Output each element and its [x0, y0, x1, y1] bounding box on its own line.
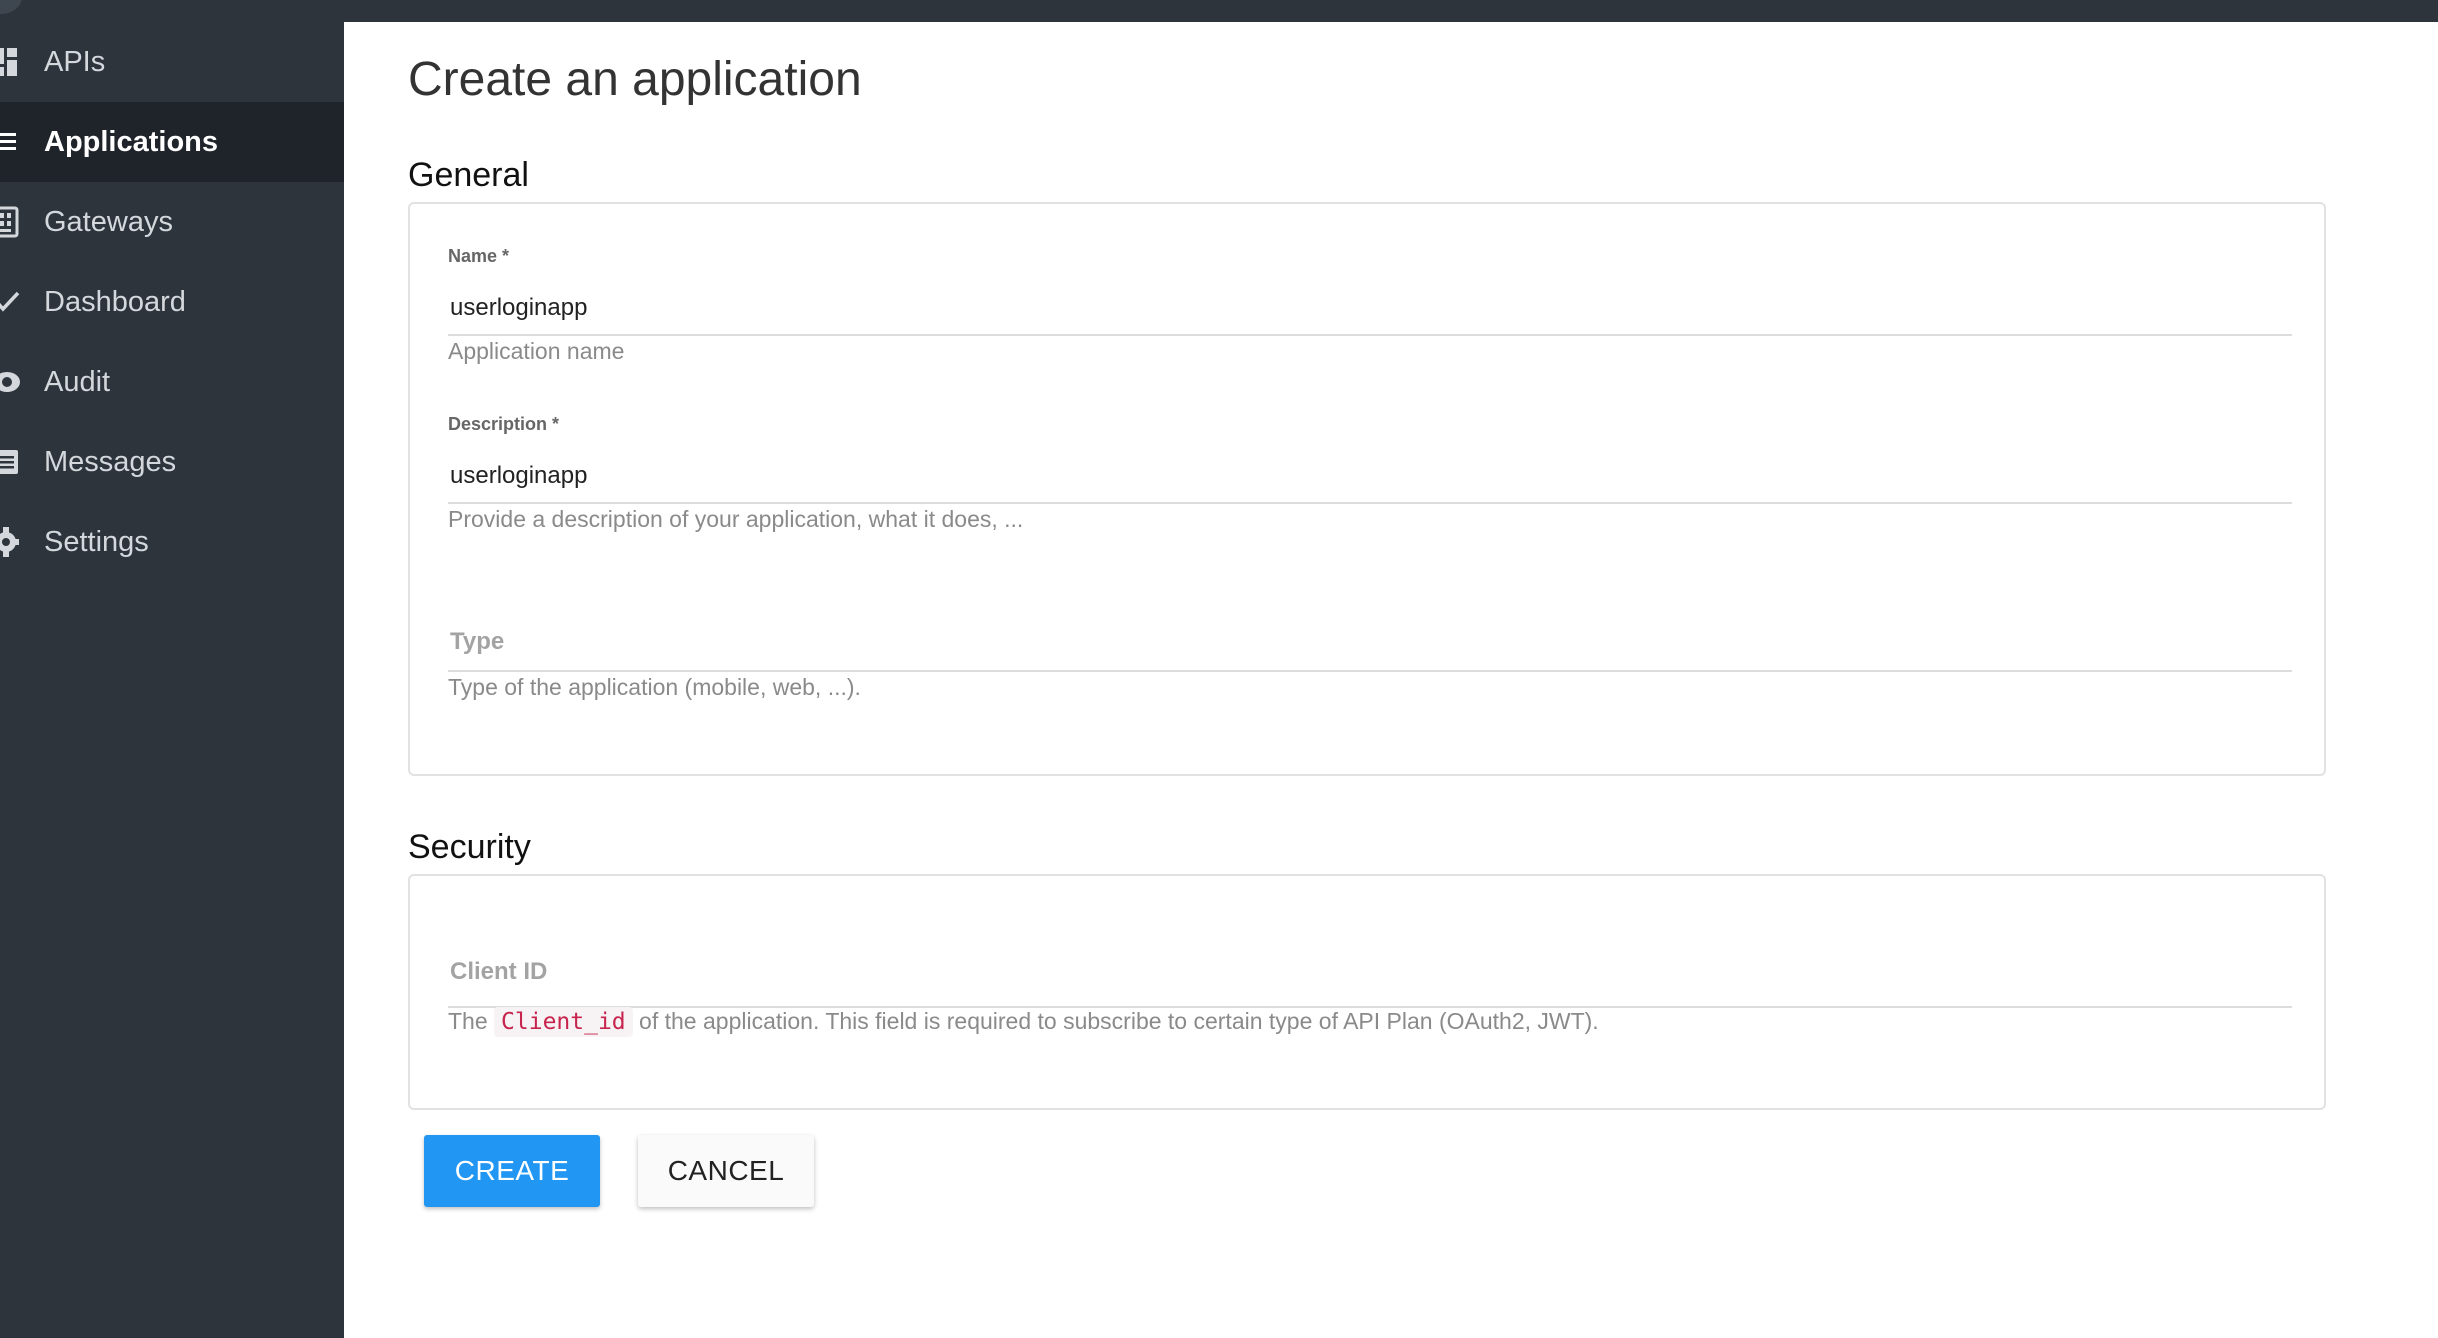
security-card: Client ID The Client_id of the applicati…: [408, 874, 2326, 1110]
sidebar-item-label: Audit: [44, 365, 111, 398]
sidebar-item-label: Dashboard: [44, 285, 186, 318]
name-label: Name *: [448, 246, 510, 266]
description-input[interactable]: userloginapp: [450, 462, 587, 490]
sidebar-item-gateways[interactable]: Gateways: [0, 182, 344, 262]
client-id-hint: The Client_id of the application. This f…: [448, 1007, 1599, 1037]
eye-icon: [0, 365, 24, 399]
sidebar-item-apis[interactable]: APIs: [0, 22, 344, 102]
description-hint: Provide a description of your applicatio…: [448, 506, 1024, 532]
list-icon: [0, 125, 24, 159]
description-underline: [448, 502, 2292, 504]
section-general-heading: General: [408, 156, 529, 194]
sidebar-item-label: Settings: [44, 525, 149, 558]
message-icon: [0, 445, 24, 479]
checkmark-icon: [0, 285, 24, 319]
name-underline: [448, 334, 2292, 336]
type-underline: [448, 670, 2292, 672]
sidebar-item-audit[interactable]: Audit: [0, 342, 344, 422]
page-title: Create an application: [408, 53, 862, 106]
cancel-button[interactable]: CANCEL: [638, 1135, 814, 1207]
name-input[interactable]: userloginapp: [450, 294, 587, 322]
sidebar-item-label: APIs: [44, 45, 106, 78]
name-hint: Application name: [448, 338, 625, 364]
gear-icon: [0, 525, 24, 559]
sidebar-item-settings[interactable]: Settings: [0, 502, 344, 582]
type-input[interactable]: Type: [450, 628, 504, 656]
top-bar: [0, 0, 2438, 22]
sidebar-item-messages[interactable]: Messages: [0, 422, 344, 502]
sidebar-item-label: Gateways: [44, 205, 173, 238]
description-label: Description *: [448, 414, 560, 434]
sidebar-item-applications[interactable]: Applications: [0, 102, 344, 182]
general-card: Name * userloginapp Application name Des…: [408, 202, 2326, 776]
client-id-input[interactable]: Client ID: [450, 958, 547, 986]
section-security-heading: Security: [408, 828, 531, 866]
main-content: Create an application General Name * use…: [344, 22, 2438, 1338]
gateway-icon: [0, 205, 24, 239]
type-hint: Type of the application (mobile, web, ..…: [448, 674, 861, 700]
client-id-code: Client_id: [494, 1007, 633, 1037]
sidebar: APIs Applications Gateways Dashboard Aud…: [0, 0, 344, 1338]
sidebar-nav: APIs Applications Gateways Dashboard Aud…: [0, 22, 344, 582]
sidebar-item-label: Messages: [44, 445, 177, 478]
avatar[interactable]: [0, 0, 22, 14]
client-id-hint-prefix: The: [448, 1008, 488, 1034]
dashboard-grid-icon: [0, 45, 24, 79]
sidebar-item-label: Applications: [44, 125, 219, 158]
client-id-hint-suffix: of the application. This field is requir…: [639, 1008, 1599, 1034]
sidebar-item-dashboard[interactable]: Dashboard: [0, 262, 344, 342]
create-button[interactable]: CREATE: [424, 1135, 600, 1207]
